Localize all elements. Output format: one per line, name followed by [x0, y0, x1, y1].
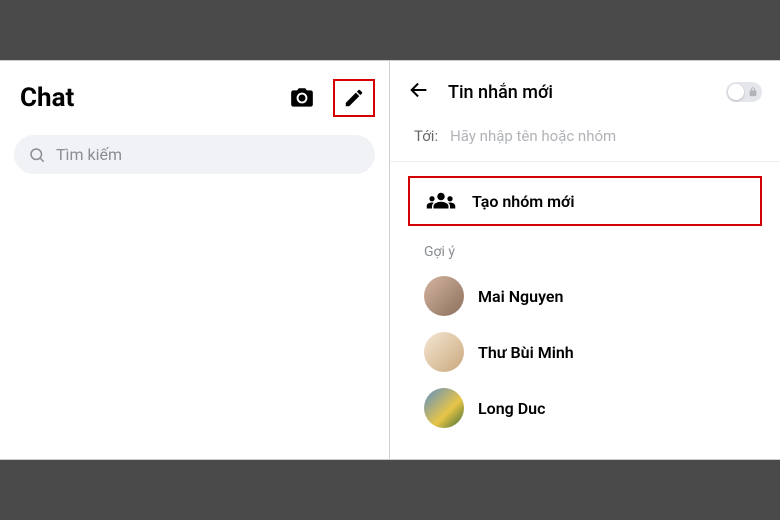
chat-header: Chat: [0, 71, 389, 131]
to-label: Tới:: [414, 127, 438, 145]
secret-toggle[interactable]: [726, 82, 762, 102]
new-message-title: Tin nhắn mới: [448, 82, 708, 103]
avatar: [424, 276, 464, 316]
search-icon: [28, 146, 46, 164]
avatar: [424, 388, 464, 428]
lock-icon: [748, 86, 758, 98]
contact-name: Mai Nguyen: [478, 287, 563, 306]
camera-button[interactable]: [289, 85, 315, 111]
contact-item[interactable]: Mai Nguyen: [390, 268, 780, 324]
contact-name: Long Duc: [478, 399, 545, 418]
recipient-row: Tới: Hãy nhập tên hoặc nhóm: [390, 119, 780, 162]
compose-button[interactable]: [333, 79, 375, 117]
suggestions-label: Gợi ý: [390, 240, 780, 268]
arrow-left-icon: [408, 79, 430, 101]
new-message-panel: Tin nhắn mới Tới: Hãy nhập tên hoặc nhóm…: [390, 61, 780, 459]
contact-item[interactable]: Long Duc: [390, 380, 780, 436]
create-group-label: Tạo nhóm mới: [472, 192, 574, 211]
recipient-input[interactable]: Hãy nhập tên hoặc nhóm: [450, 127, 616, 145]
search-placeholder: Tìm kiếm: [56, 145, 122, 164]
app-container: Chat Tìm kiếm: [0, 60, 780, 460]
new-message-header: Tin nhắn mới: [390, 71, 780, 119]
camera-icon: [289, 85, 315, 111]
create-group-button[interactable]: Tạo nhóm mới: [408, 176, 762, 226]
header-actions: [289, 79, 375, 117]
back-button[interactable]: [408, 79, 430, 105]
group-icon: [426, 190, 456, 212]
avatar: [424, 332, 464, 372]
page-title: Chat: [20, 83, 74, 113]
contact-item[interactable]: Thư Bùi Minh: [390, 324, 780, 380]
pencil-icon: [343, 87, 365, 109]
search-input[interactable]: Tìm kiếm: [14, 135, 375, 174]
chat-list-panel: Chat Tìm kiếm: [0, 61, 390, 459]
contact-name: Thư Bùi Minh: [478, 343, 574, 362]
